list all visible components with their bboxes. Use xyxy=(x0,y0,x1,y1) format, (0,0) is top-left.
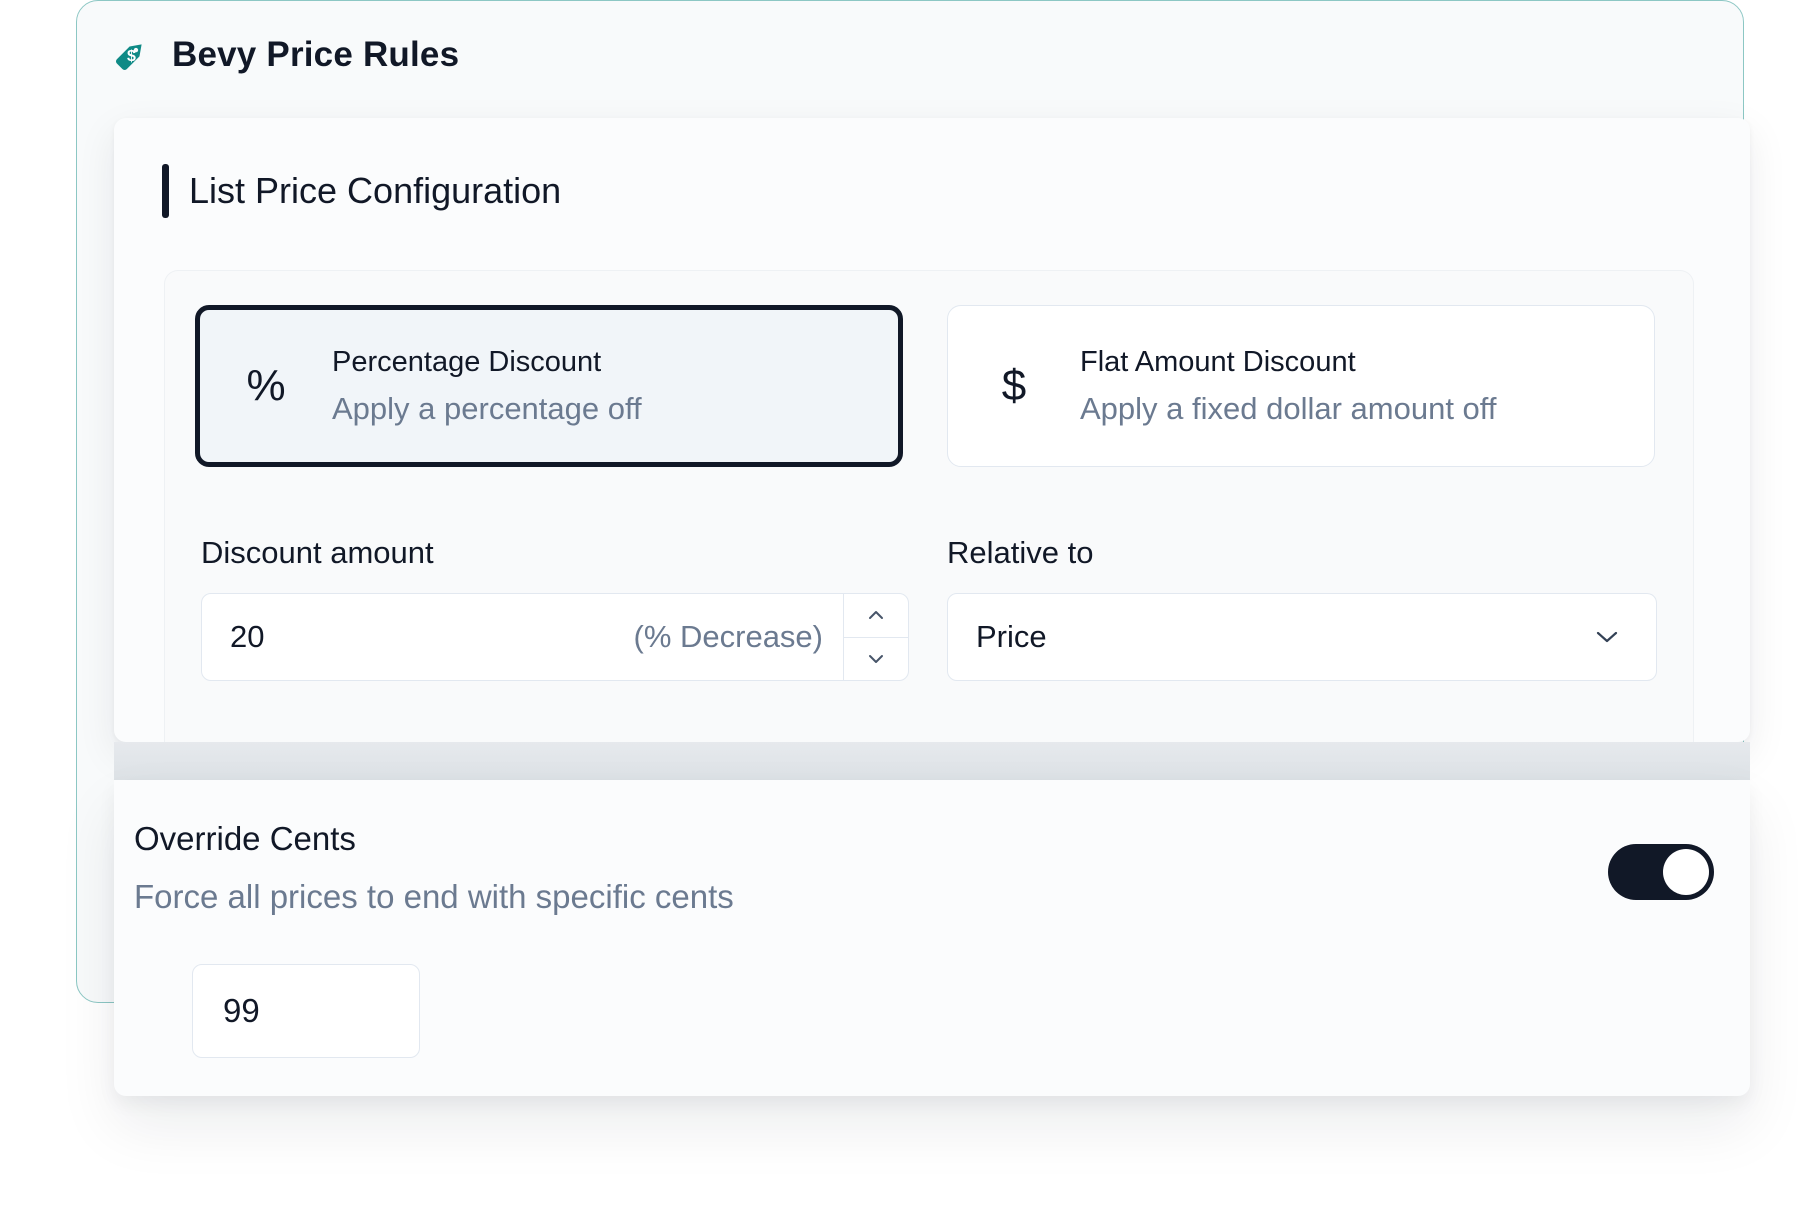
option-title: Flat Amount Discount xyxy=(1080,345,1356,378)
discount-amount-value[interactable]: 20 xyxy=(230,619,634,655)
chevron-up-icon xyxy=(869,611,883,620)
option-title: Percentage Discount xyxy=(332,345,602,378)
relative-to-value: Price xyxy=(976,619,1047,654)
option-text: Percentage Discount Apply a percentage o… xyxy=(332,346,642,427)
discount-config-panel: % Percentage Discount Apply a percentage… xyxy=(164,270,1694,742)
list-price-config-card: List Price Configuration % Percentage Di… xyxy=(114,118,1750,742)
section-title: List Price Configuration xyxy=(189,170,562,211)
override-cents-toggle[interactable] xyxy=(1608,844,1714,900)
section-divider xyxy=(114,742,1750,780)
option-subtitle: Apply a fixed dollar amount off xyxy=(1080,390,1497,426)
app-window: $ Bevy Price Rules List Price Configurat… xyxy=(0,0,1800,1223)
app-header: $ Bevy Price Rules xyxy=(112,32,459,78)
toggle-knob xyxy=(1663,849,1709,895)
override-cents-description: Force all prices to end with specific ce… xyxy=(134,878,734,915)
price-tag-icon: $ xyxy=(112,36,150,74)
chevron-down-icon xyxy=(869,654,883,663)
dollar-icon: $ xyxy=(1001,361,1027,410)
discount-stepper xyxy=(843,594,908,680)
section-accent-bar xyxy=(162,164,169,218)
discount-amount-label: Discount amount xyxy=(201,535,434,570)
increment-button[interactable] xyxy=(844,594,908,637)
percentage-discount-option[interactable]: % Percentage Discount Apply a percentage… xyxy=(195,305,903,467)
percent-icon: % xyxy=(246,361,286,410)
override-cents-title: Override Cents xyxy=(134,820,356,857)
cents-input[interactable]: 99 xyxy=(192,964,420,1058)
decrement-button[interactable] xyxy=(844,636,908,681)
svg-text:$: $ xyxy=(127,48,136,65)
app-title: Bevy Price Rules xyxy=(172,35,460,74)
relative-to-select[interactable]: Price xyxy=(947,593,1657,681)
relative-to-label: Relative to xyxy=(947,535,1094,570)
flat-amount-discount-option[interactable]: $ Flat Amount Discount Apply a fixed dol… xyxy=(947,305,1655,467)
chevron-down-icon xyxy=(1594,629,1620,645)
discount-amount-input[interactable]: 20 (% Decrease) xyxy=(201,593,909,681)
section-heading: List Price Configuration xyxy=(162,164,561,218)
option-text: Flat Amount Discount Apply a fixed dolla… xyxy=(1080,346,1496,427)
option-subtitle: Apply a percentage off xyxy=(332,390,642,426)
override-cents-card: Override Cents Force all prices to end w… xyxy=(114,780,1750,1096)
discount-unit-suffix: (% Decrease) xyxy=(633,619,824,654)
